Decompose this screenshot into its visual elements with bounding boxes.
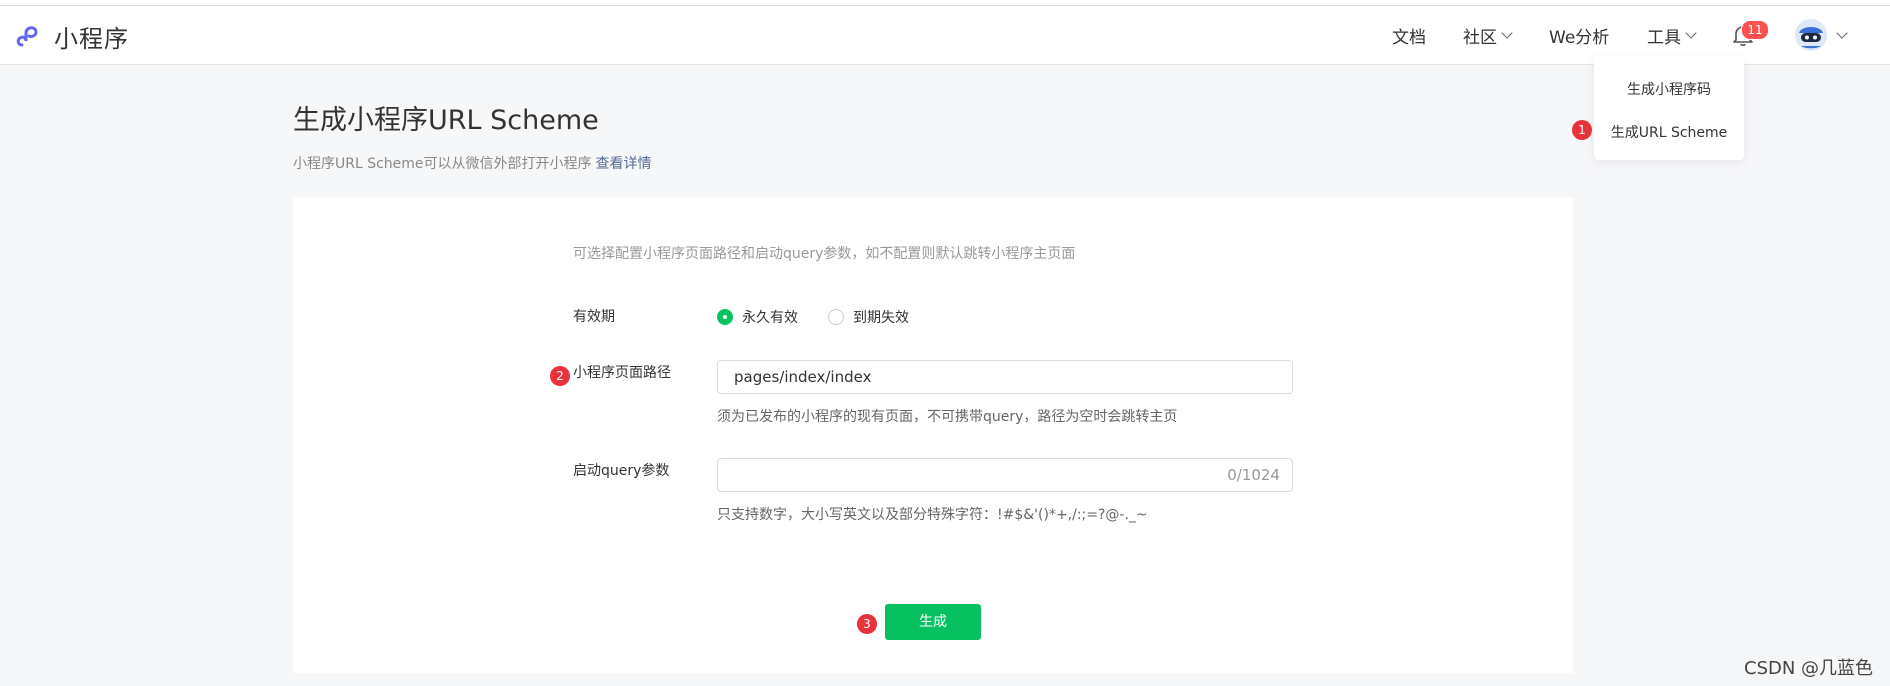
tools-dropdown-menu: 生成小程序码 生成URL Scheme — [1594, 56, 1744, 160]
nav-tools-label: 工具 — [1647, 27, 1681, 48]
step-marker-3: 3 — [857, 614, 877, 634]
page-path-value: pages/index/index — [734, 368, 872, 386]
menu-item-generate-url-scheme[interactable]: 生成URL Scheme — [1594, 122, 1744, 142]
path-label: 小程序页面路径 — [573, 365, 671, 381]
radio-expiring[interactable]: 到期失效 — [828, 307, 909, 327]
radio-permanent-label: 永久有效 — [742, 310, 798, 326]
form-card — [293, 197, 1573, 673]
nav-analytics[interactable]: We分析 — [1549, 23, 1609, 48]
nav-docs-label: 文档 — [1392, 27, 1426, 48]
generate-button[interactable]: 生成 — [885, 604, 981, 640]
menu-item-generate-qrcode[interactable]: 生成小程序码 — [1594, 79, 1744, 99]
nav-analytics-label: We分析 — [1549, 27, 1610, 48]
validity-label: 有效期 — [573, 309, 615, 325]
step-marker-2: 2 — [550, 366, 570, 386]
nav-tools[interactable]: 工具 — [1647, 23, 1697, 48]
nav-docs[interactable]: 文档 — [1392, 23, 1426, 48]
radio-checked-icon — [717, 309, 733, 325]
page-path-input[interactable]: pages/index/index — [717, 360, 1293, 394]
char-counter: 0/1024 — [1227, 466, 1280, 484]
step-marker-1: 1 — [1572, 120, 1592, 140]
chevron-down-icon — [1685, 27, 1697, 39]
radio-permanent[interactable]: 永久有效 — [717, 307, 798, 327]
path-help-text: 须为已发布的小程序的现有页面，不可携带query，路径为空时会跳转主页 — [717, 409, 1178, 425]
details-link[interactable]: 查看详情 — [596, 156, 652, 172]
chevron-down-icon — [1501, 27, 1513, 39]
query-help-text: 只支持数字，大小写英文以及部分特殊字符：!#$&'()*+,/:;=?@-._~ — [717, 507, 1148, 523]
notification-badge: 11 — [1741, 20, 1769, 40]
radio-expiring-label: 到期失效 — [853, 310, 909, 326]
avatar-icon — [1795, 19, 1827, 51]
query-input[interactable]: 0/1024 — [717, 458, 1293, 492]
query-label: 启动query参数 — [573, 463, 670, 479]
form-hint: 可选择配置小程序页面路径和启动query参数，如不配置则默认跳转小程序主页面 — [573, 246, 1076, 262]
nav-community-label: 社区 — [1463, 27, 1497, 48]
page-subtitle: 小程序URL Scheme可以从微信外部打开小程序 查看详情 — [293, 153, 652, 173]
avatar[interactable] — [1795, 19, 1827, 51]
radio-unchecked-icon — [828, 309, 844, 325]
nav-community[interactable]: 社区 — [1463, 23, 1513, 48]
watermark: CSDN @几蓝色 — [1744, 658, 1874, 679]
page-subtitle-text: 小程序URL Scheme可以从微信外部打开小程序 — [293, 156, 592, 172]
page-title: 生成小程序URL Scheme — [293, 105, 599, 136]
